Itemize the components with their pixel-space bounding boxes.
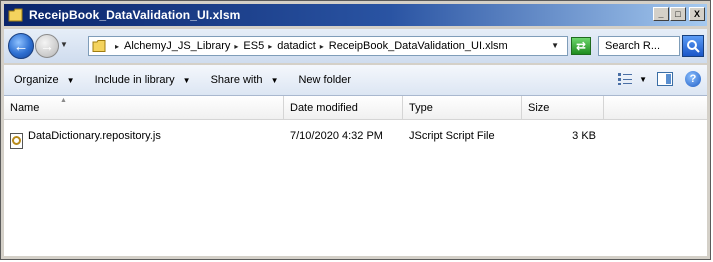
breadcrumb-separator-icon[interactable]: ▸ — [234, 42, 238, 51]
column-header-filler — [604, 96, 707, 119]
address-dropdown-icon[interactable]: ▼ — [551, 41, 559, 50]
close-button[interactable]: X — [689, 7, 705, 21]
file-row[interactable]: DataDictionary.repository.js 7/10/2020 4… — [4, 125, 604, 149]
sort-ascending-icon: ▲ — [60, 97, 67, 104]
column-headers: Name ▲ Date modified Type Size — [4, 96, 707, 120]
breadcrumb-es5[interactable]: ES5 — [243, 40, 264, 52]
preview-pane-icon[interactable] — [657, 72, 673, 86]
share-with-menu[interactable]: Share with ▼ — [211, 74, 279, 86]
back-button[interactable]: ← — [8, 33, 34, 59]
back-arrow-icon: ← — [13, 37, 29, 55]
file-list: Name ▲ Date modified Type Size DataDicti… — [4, 96, 707, 256]
breadcrumb-datadict[interactable]: datadict — [277, 40, 316, 52]
refresh-icon: ⇄ — [575, 39, 587, 53]
column-header-type-label: Type — [409, 101, 433, 114]
breadcrumb-separator-icon[interactable]: ▸ — [320, 42, 324, 51]
recent-pages-dropdown[interactable]: ▼ — [60, 40, 68, 49]
include-in-library-menu[interactable]: Include in library ▼ — [95, 74, 191, 86]
search-button[interactable] — [682, 35, 704, 57]
column-header-name-label: Name — [10, 101, 40, 114]
address-row: ← → ▼ ▸ AlchemyJ_JS_Library ▸ ES5 ▸ data… — [4, 29, 707, 63]
maximize-button[interactable]: □ — [670, 7, 686, 21]
chevron-down-icon[interactable]: ▼ — [639, 75, 647, 84]
column-header-date-label: Date modified — [290, 101, 358, 114]
file-type-cell: JScript Script File — [409, 130, 495, 142]
status-bar — [4, 256, 707, 258]
explorer-window: ReceipBook_DataValidation_UI.xlsm _ □ X … — [0, 0, 711, 260]
jscript-file-icon — [10, 133, 23, 149]
column-header-date-modified[interactable]: Date modified — [284, 96, 403, 119]
new-folder-label: New folder — [298, 74, 352, 86]
title-bar[interactable]: ReceipBook_DataValidation_UI.xlsm _ □ X — [4, 4, 707, 26]
minimize-button[interactable]: _ — [653, 7, 669, 21]
maximize-icon: □ — [675, 9, 681, 19]
folder-icon — [92, 40, 106, 52]
file-name: DataDictionary.repository.js — [28, 130, 161, 142]
new-folder-button[interactable]: New folder — [298, 74, 351, 86]
help-icon[interactable]: ? — [685, 71, 701, 87]
breadcrumb-separator-icon[interactable]: ▸ — [268, 42, 272, 51]
address-bar[interactable]: ▸ AlchemyJ_JS_Library ▸ ES5 ▸ datadict ▸… — [88, 36, 568, 56]
file-name-cell[interactable]: DataDictionary.repository.js — [4, 130, 284, 149]
search-input[interactable]: Search R... — [598, 36, 680, 56]
column-header-size[interactable]: Size — [522, 96, 604, 119]
breadcrumb-current-folder[interactable]: ReceipBook_DataValidation_UI.xlsm — [329, 40, 508, 52]
organize-label: Organize — [14, 74, 59, 86]
chevron-down-icon: ▼ — [66, 75, 75, 85]
view-controls: ▼ ? — [617, 71, 701, 87]
include-in-library-label: Include in library — [94, 74, 175, 86]
organize-menu[interactable]: Organize ▼ — [14, 74, 75, 86]
window-title: ReceipBook_DataValidation_UI.xlsm — [29, 8, 241, 22]
command-bar: Organize ▼ Include in library ▼ Share wi… — [4, 65, 707, 96]
minimize-icon: _ — [658, 9, 664, 19]
breadcrumb-separator-icon[interactable]: ▸ — [115, 42, 119, 51]
column-header-size-label: Size — [528, 101, 550, 114]
chevron-down-icon: ▼ — [270, 75, 279, 85]
folder-icon — [8, 8, 24, 22]
search-icon — [687, 40, 700, 53]
forward-arrow-icon: → — [40, 38, 54, 54]
forward-button[interactable]: → — [35, 34, 59, 58]
chevron-down-icon: ▼ — [182, 75, 191, 85]
file-date-cell: 7/10/2020 4:32 PM — [290, 130, 383, 142]
view-options-icon[interactable] — [617, 72, 633, 86]
column-header-name[interactable]: Name ▲ — [4, 96, 284, 119]
refresh-button[interactable]: ⇄ — [571, 37, 591, 55]
column-header-type[interactable]: Type — [403, 96, 522, 119]
share-with-label: Share with — [210, 74, 263, 86]
caption-buttons: _ □ X — [653, 7, 705, 21]
close-icon: X — [693, 9, 700, 19]
search-placeholder: Search R... — [605, 40, 661, 52]
breadcrumb-alchemyj[interactable]: AlchemyJ_JS_Library — [124, 40, 230, 52]
file-size-cell: 3 KB — [572, 130, 596, 142]
